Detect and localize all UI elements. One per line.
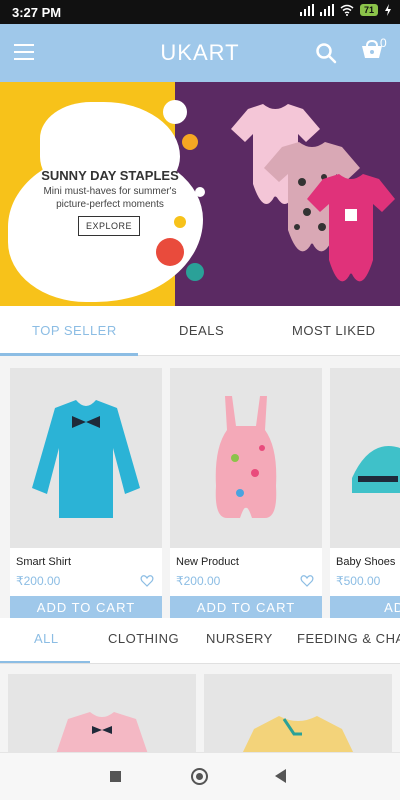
grid-product-card[interactable] xyxy=(204,674,392,752)
tab-deals[interactable]: DEALS xyxy=(179,323,224,338)
banner-subtitle: Mini must-haves for summer's picture-per… xyxy=(30,185,190,211)
status-bar: 3:27 PM 71 xyxy=(0,0,400,24)
tab-top-seller[interactable]: TOP SELLER xyxy=(32,323,117,338)
product-image xyxy=(170,368,322,548)
add-to-cart-button[interactable]: ADD TO CART xyxy=(170,596,322,618)
cart-button[interactable]: 0 xyxy=(360,36,390,66)
product-price: ₹200.00 xyxy=(16,574,61,588)
shirt-image xyxy=(32,400,140,518)
battery-icon: 71 xyxy=(359,4,378,16)
add-to-cart-button[interactable]: ADD T xyxy=(330,596,400,618)
square-nav-icon[interactable] xyxy=(110,771,121,782)
product-grid[interactable] xyxy=(0,664,400,752)
product-card[interactable]: New Product ₹200.00 ADD TO CART xyxy=(170,368,322,618)
shoe-image xyxy=(352,446,400,493)
product-card[interactable]: Smart Shirt ₹200.00 ADD TO CART xyxy=(10,368,162,618)
product-name: New Product xyxy=(176,556,239,568)
cart-count-badge: 0 xyxy=(380,36,387,50)
shirt-image xyxy=(242,716,354,752)
onesie-image xyxy=(307,174,395,282)
wifi-icon xyxy=(340,4,354,16)
charging-icon xyxy=(385,4,391,16)
banner-subtitle-line: Mini must-haves for summer's xyxy=(43,186,177,197)
tab-all[interactable]: ALL xyxy=(34,631,59,646)
explore-button[interactable]: EXPLORE xyxy=(78,216,140,236)
heart-icon[interactable] xyxy=(300,574,314,588)
system-nav-bar xyxy=(0,752,400,800)
tab-nursery[interactable]: NURSERY xyxy=(206,631,273,646)
grid-product-card[interactable] xyxy=(8,674,196,752)
product-price: ₹500.00 xyxy=(336,574,381,588)
add-to-cart-button[interactable]: ADD TO CART xyxy=(10,596,162,618)
product-card[interactable]: Baby Shoes ₹500.00 ADD T xyxy=(330,368,400,618)
top-tabs: TOP SELLER DEALS MOST LIKED xyxy=(0,306,400,356)
heart-icon[interactable] xyxy=(140,574,154,588)
tab-clothing[interactable]: CLOTHING xyxy=(108,631,179,646)
product-name: Baby Shoes xyxy=(336,556,396,568)
tab-feeding[interactable]: FEEDING & CHAN xyxy=(297,631,400,646)
status-time: 3:27 PM xyxy=(12,5,62,20)
tab-most-liked[interactable]: MOST LIKED xyxy=(292,323,376,338)
category-tabs: ALL CLOTHING NURSERY FEEDING & CHAN xyxy=(0,618,400,664)
signal-icon xyxy=(299,4,314,16)
product-name: Smart Shirt xyxy=(16,556,72,568)
romper-image xyxy=(215,396,277,518)
product-carousel[interactable]: Smart Shirt ₹200.00 ADD TO CART New Prod… xyxy=(0,356,400,618)
app-bar: UKART 0 xyxy=(0,24,400,82)
product-image xyxy=(10,368,162,548)
home-nav-icon[interactable] xyxy=(191,768,208,785)
promo-banner[interactable]: SUNNY DAY STAPLES Mini must-haves for su… xyxy=(0,82,400,306)
status-icons: 71 xyxy=(299,4,392,16)
shirt-image xyxy=(56,712,148,752)
banner-subtitle-line: picture-perfect moments xyxy=(56,199,164,210)
back-nav-icon[interactable] xyxy=(275,769,286,783)
product-price: ₹200.00 xyxy=(176,574,221,588)
product-image xyxy=(330,368,400,548)
signal-icon xyxy=(319,4,334,16)
banner-title: SUNNY DAY STAPLES xyxy=(41,168,179,183)
app-title: UKART xyxy=(160,40,240,65)
search-icon[interactable] xyxy=(315,42,337,64)
